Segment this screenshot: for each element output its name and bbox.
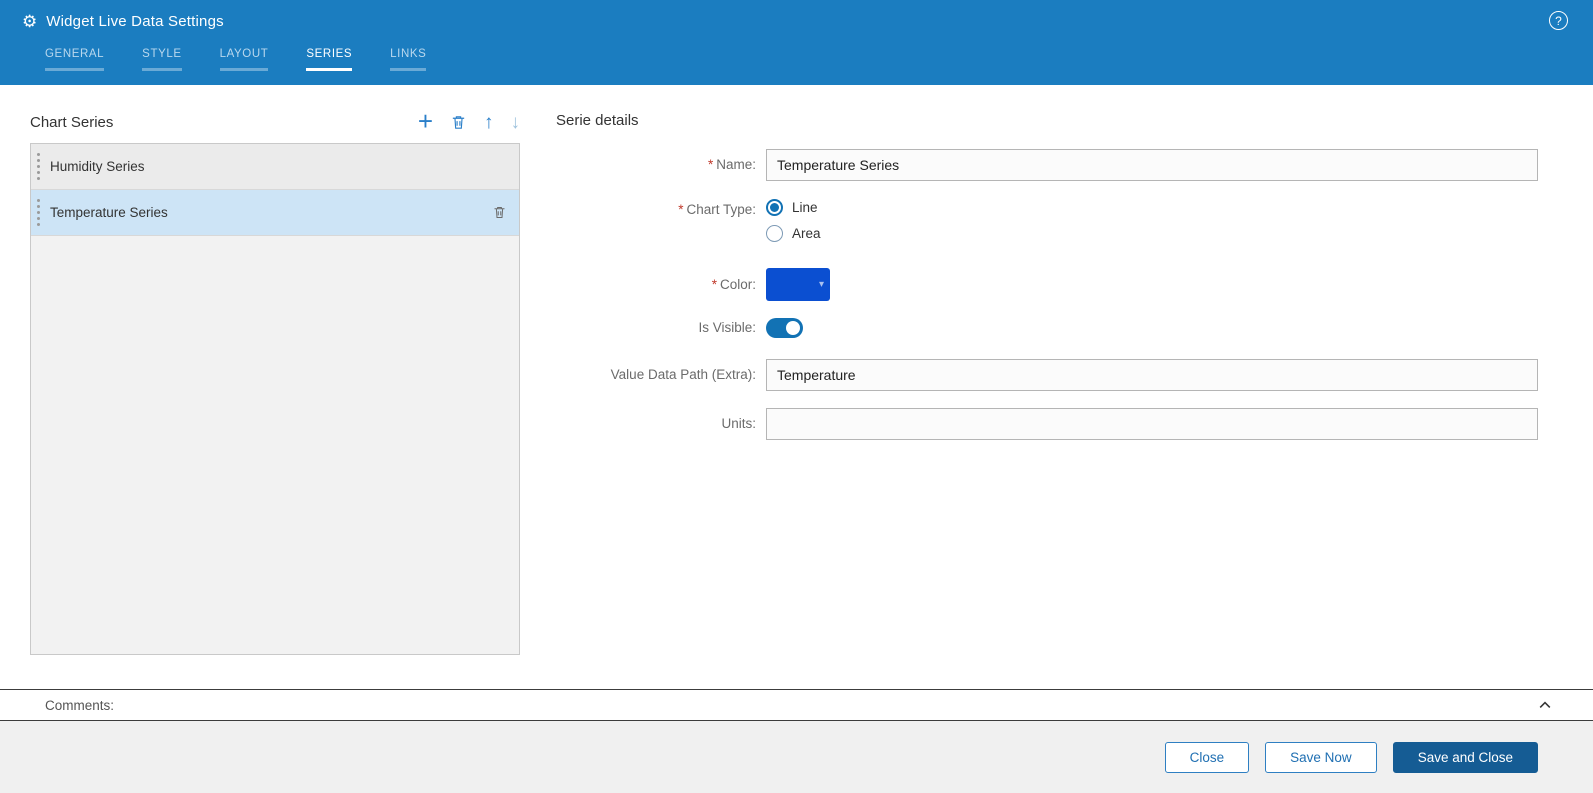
color-picker-swatch[interactable]: ▾ (766, 268, 830, 301)
title-row: ⚙ Widget Live Data Settings (0, 0, 1593, 42)
name-input[interactable] (766, 149, 1538, 181)
delete-series-button[interactable] (450, 114, 467, 131)
radio-area-label: Area (792, 226, 821, 241)
dialog-footer: Close Save Now Save and Close (0, 721, 1593, 793)
tab-style[interactable]: STYLE (142, 48, 182, 71)
value-data-path-label: Value Data Path (Extra): (610, 367, 756, 382)
serie-details-title: Serie details (556, 112, 639, 129)
widget-live-data-settings-dialog: ⚙ Widget Live Data Settings ? GENERAL ST… (0, 0, 1593, 793)
tab-links[interactable]: LINKS (390, 48, 427, 71)
value-data-path-input[interactable] (766, 359, 1538, 391)
color-row: * Color: ▾ (556, 268, 1538, 301)
chart-type-option-area[interactable]: Area (766, 225, 821, 242)
chart-type-option-line[interactable]: Line (766, 199, 821, 216)
save-and-close-button[interactable]: Save and Close (1392, 741, 1538, 773)
chevron-down-icon: ▾ (818, 278, 824, 290)
save-now-button[interactable]: Save Now (1265, 741, 1377, 773)
units-row: Units: (556, 408, 1538, 440)
chart-series-title: Chart Series (30, 113, 114, 131)
move-series-down-button[interactable]: ↓ (511, 113, 521, 132)
radio-area[interactable] (766, 225, 783, 242)
tab-layout[interactable]: LAYOUT (219, 48, 269, 71)
comments-label: Comments: (45, 697, 115, 713)
color-label: * Color: (711, 276, 756, 292)
list-item-temperature-series[interactable]: Temperature Series (31, 190, 519, 236)
is-visible-row: Is Visible: (556, 317, 1538, 339)
tab-series[interactable]: SERIES (306, 48, 353, 71)
is-visible-label: Is Visible: (698, 320, 756, 335)
help-icon[interactable]: ? (1549, 11, 1568, 30)
tab-general[interactable]: GENERAL (45, 48, 105, 71)
units-label: Units: (721, 416, 756, 431)
chart-series-panel: Chart Series + ↑ ↓ Humidity Series Tempe… (30, 85, 520, 689)
series-list-toolbar: + ↑ ↓ (418, 108, 521, 134)
chart-type-radio-group: Line Area (766, 199, 821, 242)
chart-type-label: * Chart Type: (678, 202, 756, 217)
radio-line-label: Line (792, 200, 818, 215)
main-content: Chart Series + ↑ ↓ Humidity Series Tempe… (0, 85, 1593, 689)
required-marker: * (678, 202, 684, 217)
series-list: Humidity Series Temperature Series (30, 143, 520, 655)
comments-bar[interactable]: Comments: (0, 689, 1593, 721)
series-item-label: Temperature Series (50, 205, 168, 220)
required-marker: * (707, 157, 714, 172)
name-row: * Name: (556, 149, 1538, 181)
drag-handle-icon[interactable] (37, 153, 40, 180)
chart-series-header: Chart Series + ↑ ↓ (30, 105, 520, 139)
is-visible-toggle[interactable] (766, 318, 803, 338)
close-button[interactable]: Close (1164, 741, 1250, 773)
radio-line[interactable] (766, 199, 783, 216)
row-delete-icon[interactable] (492, 205, 507, 220)
gear-icon: ⚙ (22, 11, 38, 31)
serie-details-panel: Serie details *Name: *Chart Type: Line A… (556, 85, 1538, 689)
list-item-humidity-series[interactable]: Humidity Series (31, 144, 519, 190)
add-series-button[interactable]: + (418, 108, 433, 134)
dialog-header: ⚙ Widget Live Data Settings ? GENERAL ST… (0, 0, 1593, 85)
chevron-up-icon[interactable] (1537, 697, 1553, 713)
dialog-title: Widget Live Data Settings (46, 12, 224, 30)
series-item-label: Humidity Series (50, 159, 145, 174)
required-marker: * (711, 276, 717, 292)
move-series-up-button[interactable]: ↑ (484, 113, 494, 132)
tab-bar: GENERAL STYLE LAYOUT SERIES LINKS (0, 48, 1593, 71)
chart-type-row: * Chart Type: Line Area (556, 199, 1538, 242)
value-data-path-row: Value Data Path (Extra): (556, 359, 1538, 391)
name-label: * Name: (707, 157, 756, 172)
drag-handle-icon[interactable] (37, 199, 40, 226)
units-input[interactable] (766, 408, 1538, 440)
